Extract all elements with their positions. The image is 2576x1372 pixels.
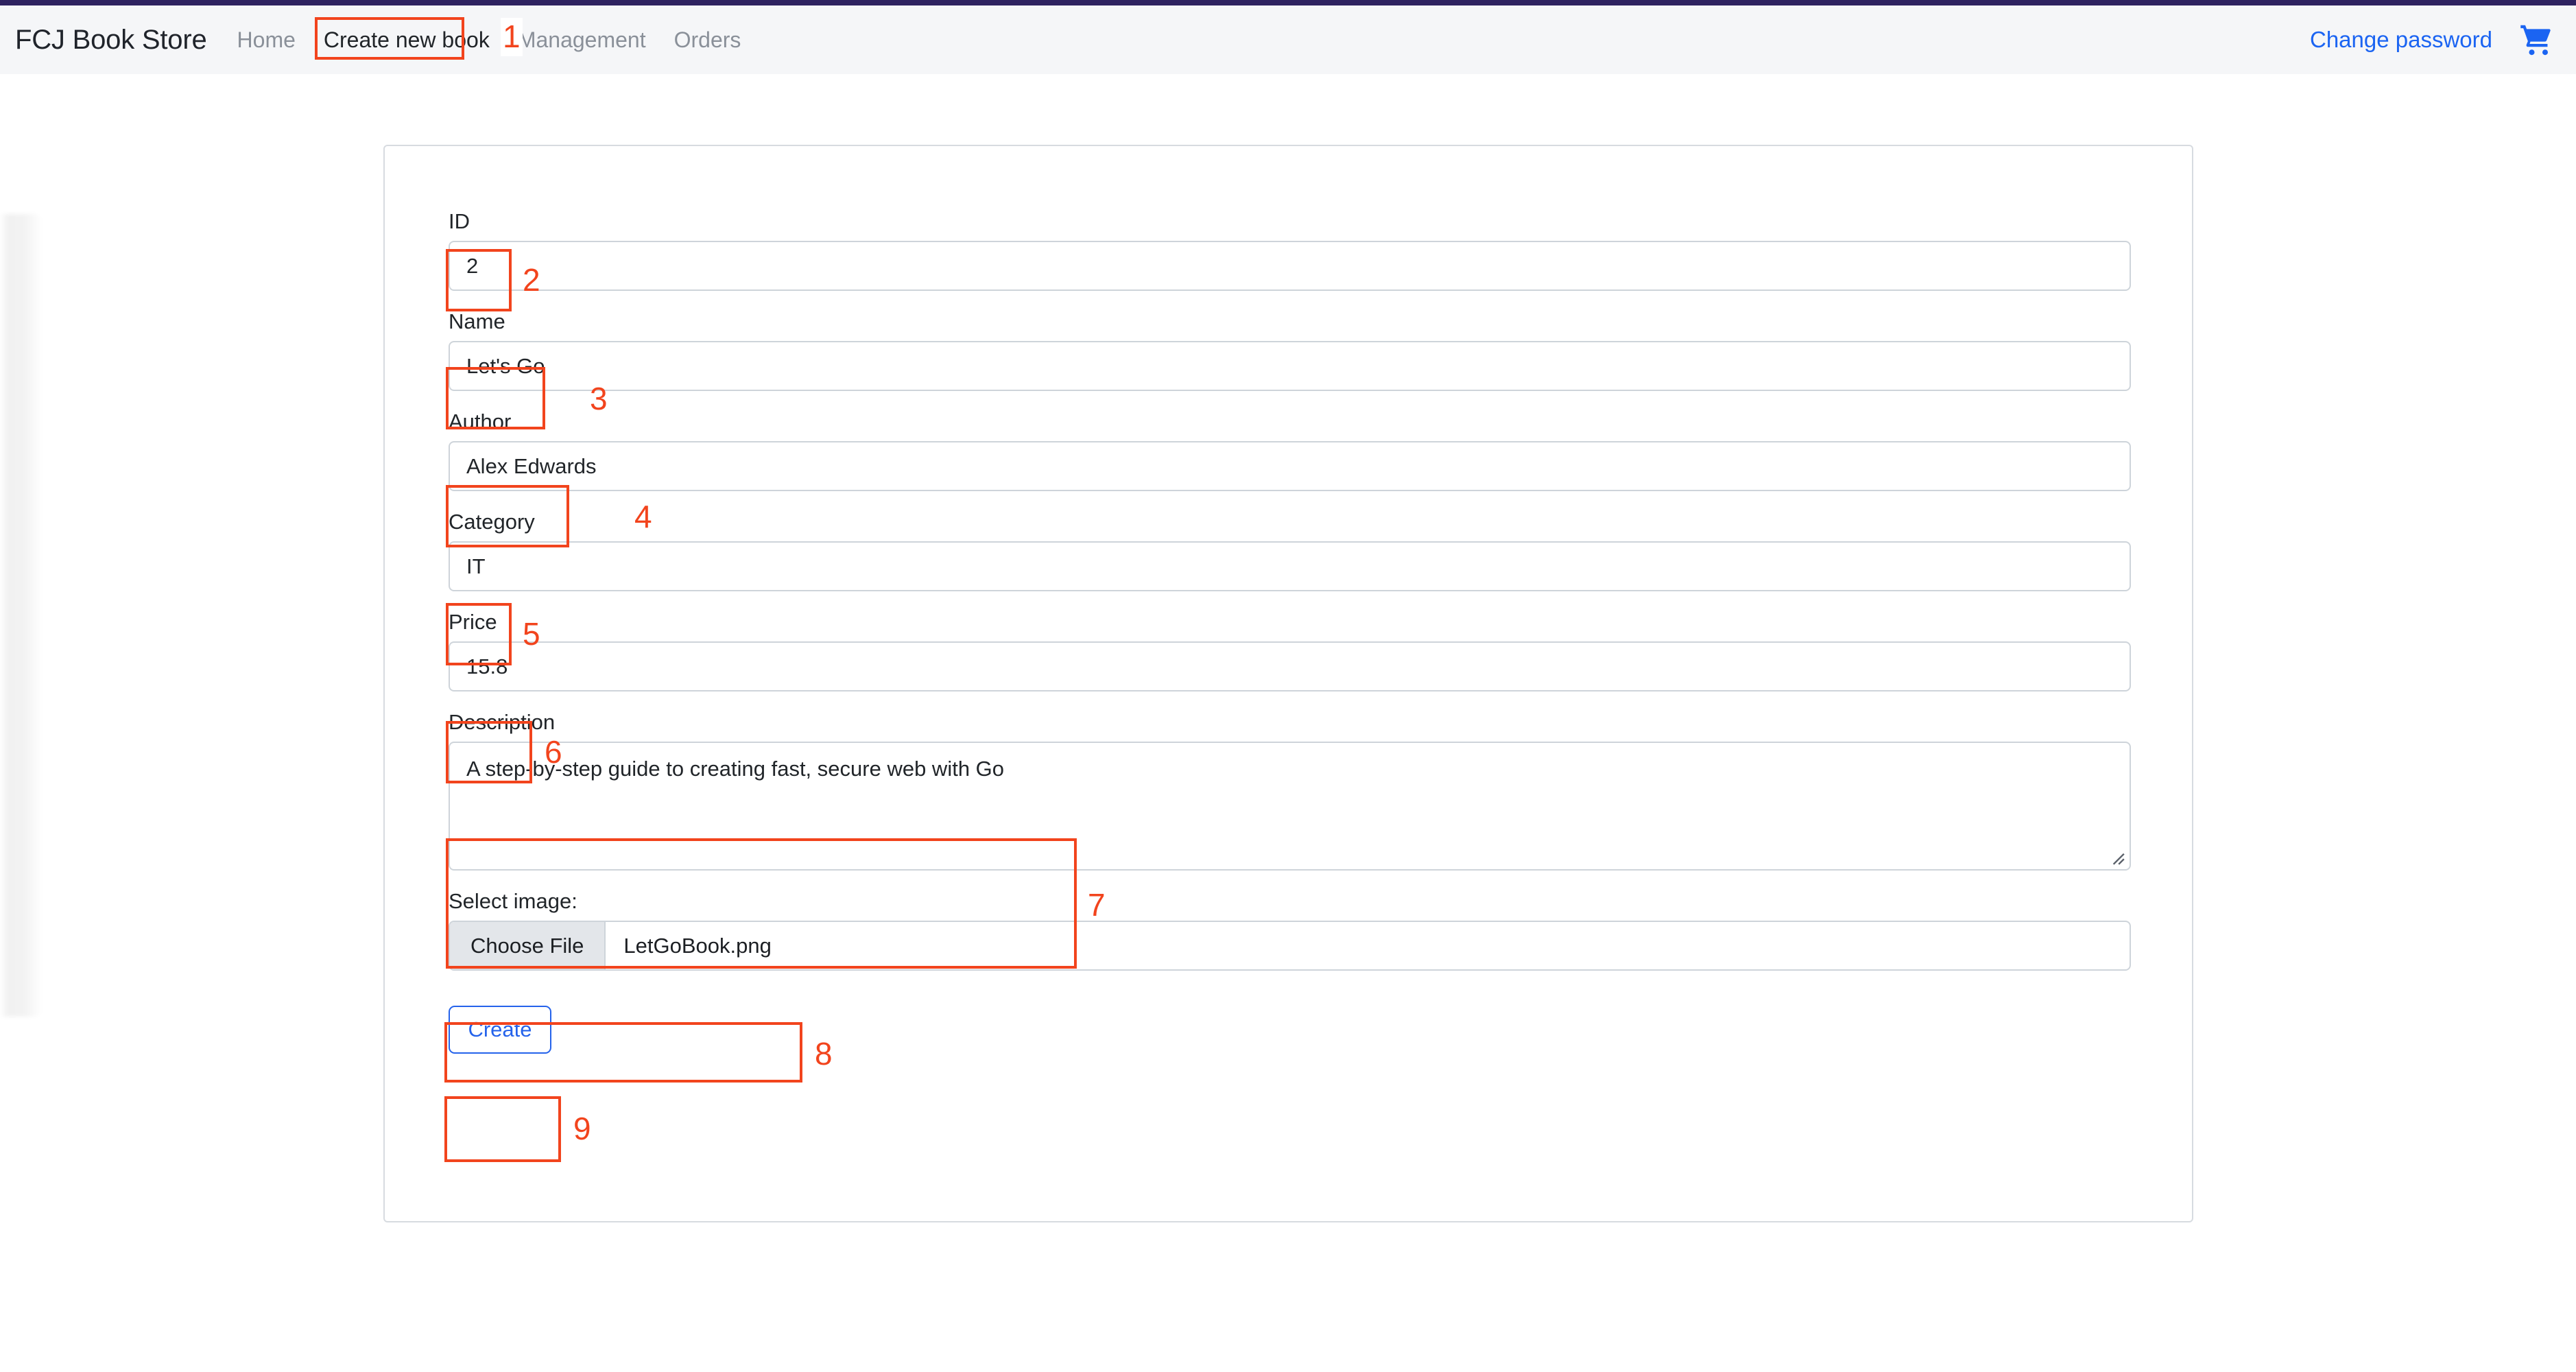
id-input[interactable] [449,241,2131,291]
field-id: ID [449,211,2131,291]
label-select-image: Select image: [449,889,577,913]
navbar: FCJ Book Store Home Create new book Mana… [0,5,2576,74]
author-input[interactable] [449,441,2131,491]
shopping-cart-icon[interactable] [2517,22,2555,58]
label-price: Price [449,610,497,634]
brand-title[interactable]: FCJ Book Store [15,25,207,56]
field-name: Name [449,311,2131,391]
nav-links: Home Create new book Management Orders [237,27,741,53]
category-input[interactable] [449,541,2131,591]
description-wrap [449,742,2131,871]
field-price: Price [449,611,2131,691]
name-input[interactable] [449,341,2131,391]
navbar-right-group: Change password [2310,22,2555,58]
file-input[interactable]: Choose File LetGoBook.png [449,921,2131,971]
label-id: ID [449,209,470,233]
left-edge-drawer-shadow [0,214,43,1017]
create-button[interactable]: Create [449,1006,551,1054]
nav-link-management[interactable]: Management [518,27,646,53]
create-book-card: ID Name Author Category Price Descriptio [383,145,2193,1222]
page-root: FCJ Book Store Home Create new book Mana… [0,0,2576,1372]
nav-link-orders[interactable]: Orders [674,27,741,53]
price-input[interactable] [449,641,2131,691]
field-description: Description [449,711,2131,871]
label-name: Name [449,309,505,333]
description-textarea[interactable] [449,742,2131,871]
top-accent-strip [0,0,2576,5]
change-password-link[interactable]: Change password [2310,27,2492,53]
selected-file-name: LetGoBook.png [623,933,772,958]
label-category: Category [449,510,535,534]
choose-file-button[interactable]: Choose File [450,922,606,969]
nav-link-home[interactable]: Home [237,27,296,53]
field-author: Author [449,411,2131,491]
field-select-image: Select image: Choose File LetGoBook.png [449,890,2131,971]
label-author: Author [449,410,512,434]
create-book-form: ID Name Author Category Price Descriptio [449,211,2131,1054]
nav-link-create-new-book[interactable]: Create new book [324,27,490,53]
label-description: Description [449,710,556,734]
field-category: Category [449,511,2131,591]
